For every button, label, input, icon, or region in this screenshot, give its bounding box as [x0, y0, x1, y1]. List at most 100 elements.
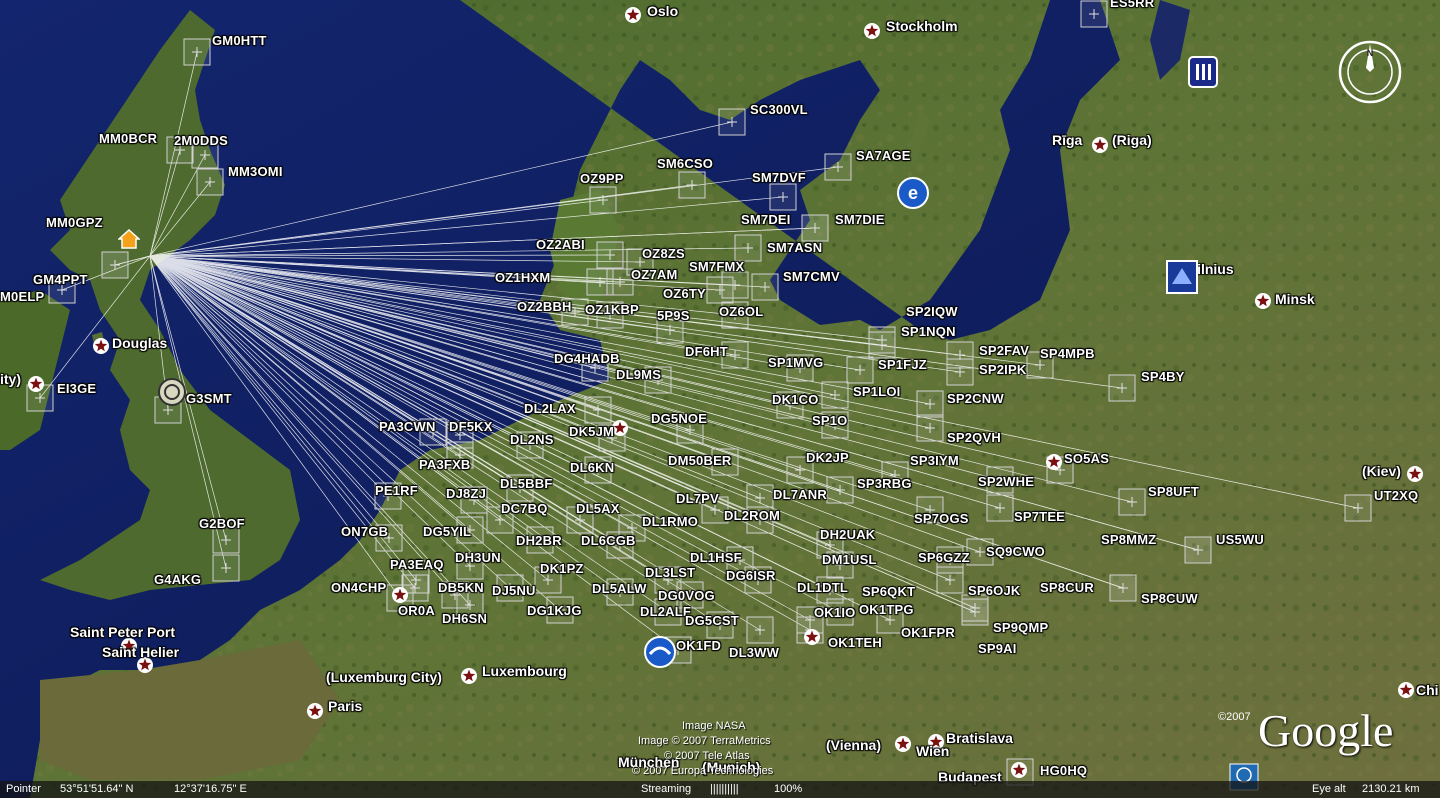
station-label-sp7tee[interactable]: SP7TEE: [1014, 510, 1065, 524]
city-star-icon[interactable]: [461, 668, 477, 684]
station-label-sp1o[interactable]: SP1O: [812, 414, 847, 428]
station-label-dl1dtl[interactable]: DL1DTL: [797, 581, 848, 595]
station-label-2m0dds[interactable]: 2M0DDS: [174, 134, 228, 148]
station-square-sp2ipk[interactable]: [946, 358, 974, 386]
station-label-on7gb[interactable]: ON7GB: [341, 525, 388, 539]
station-label-us5wu[interactable]: US5WU: [1216, 533, 1264, 547]
station-label-sp2qvh[interactable]: SP2QVH: [947, 431, 1001, 445]
station-label-dl5ax[interactable]: DL5AX: [576, 502, 620, 516]
station-label-dg0vog[interactable]: DG0VOG: [658, 589, 715, 603]
station-label-pe1rf[interactable]: PE1RF: [375, 484, 418, 498]
city-star-icon[interactable]: [1398, 682, 1414, 698]
station-label-dl1rmo[interactable]: DL1RMO: [642, 515, 698, 529]
station-label-sp2whe[interactable]: SP2WHE: [978, 475, 1034, 489]
station-label-oz1kbp[interactable]: OZ1KBP: [585, 303, 639, 317]
map-view[interactable]: Oslo Stockholm Rīga (Riga) Vilnius Minsk…: [0, 0, 1440, 798]
station-label-dl7pv[interactable]: DL7PV: [676, 492, 719, 506]
station-square-sp1nqn[interactable]: [868, 331, 896, 359]
station-label-dk1pz[interactable]: DK1PZ: [540, 562, 584, 576]
station-label-sp6gzz[interactable]: SP6GZZ: [918, 551, 970, 565]
city-label-riga[interactable]: (Riga): [1112, 133, 1152, 148]
station-label-dg6isr[interactable]: DG6ISR: [726, 569, 776, 583]
station-label-sp2ipk[interactable]: SP2IPK: [979, 363, 1026, 377]
station-label-gm0htt[interactable]: GM0HTT: [212, 34, 267, 48]
city-star-icon[interactable]: [625, 7, 641, 23]
station-label-sc300vl[interactable]: SC300VL: [750, 103, 808, 117]
city-label-paris[interactable]: Paris: [328, 699, 362, 714]
station-label-dj8zj[interactable]: DJ8ZJ: [446, 487, 486, 501]
station-label-db5kn[interactable]: DB5KN: [438, 581, 484, 595]
station-label-dh3un[interactable]: DH3UN: [455, 551, 501, 565]
city-star-icon[interactable]: [28, 376, 44, 392]
city-label-riga-local[interactable]: Rīga: [1052, 133, 1082, 148]
g3smt-marker-icon[interactable]: [157, 377, 187, 407]
station-label-oz2bbh[interactable]: OZ2BBH: [517, 300, 572, 314]
station-square-es5rr[interactable]: [1080, 0, 1108, 28]
station-label-m0elp[interactable]: M0ELP: [0, 290, 44, 304]
station-square-sp1fjz[interactable]: [846, 356, 874, 384]
station-label-dk2jp[interactable]: DK2JP: [806, 451, 849, 465]
station-label-sp2cnw[interactable]: SP2CNW: [947, 392, 1004, 406]
station-square-oz6ty[interactable]: [706, 276, 734, 304]
station-label-dh2br[interactable]: DH2BR: [516, 534, 562, 548]
city-label-luxembourg[interactable]: Luxembourg: [482, 664, 567, 679]
station-label-g2bof[interactable]: G2BOF: [199, 517, 245, 531]
station-label-sp8mmz[interactable]: SP8MMZ: [1101, 533, 1156, 547]
station-label-dl3ww[interactable]: DL3WW: [729, 646, 779, 660]
station-label-sm6cso[interactable]: SM6CSO: [657, 157, 713, 171]
station-square-oz9pp[interactable]: [589, 186, 617, 214]
station-label-sp8cur[interactable]: SP8CUR: [1040, 581, 1094, 595]
city-label-ity[interactable]: ity): [0, 372, 21, 387]
station-label-dl3lst[interactable]: DL3LST: [645, 566, 695, 580]
station-label-dl2rom[interactable]: DL2ROM: [724, 509, 780, 523]
station-label-dl6kn[interactable]: DL6KN: [570, 461, 614, 475]
station-label-ut2xq[interactable]: UT2XQ: [1374, 489, 1418, 503]
city-star-icon[interactable]: [307, 703, 323, 719]
station-square-mm3omi[interactable]: [196, 168, 224, 196]
city-star-icon[interactable]: [1407, 466, 1423, 482]
station-label-sp9qmp[interactable]: SP9QMP: [993, 621, 1048, 635]
station-label-sp8uft[interactable]: SP8UFT: [1148, 485, 1199, 499]
city-label-saint-helier[interactable]: Saint Helier: [102, 645, 179, 660]
station-label-sp4by[interactable]: SP4BY: [1141, 370, 1185, 384]
station-label-ok1io[interactable]: OK1IO: [814, 606, 855, 620]
station-label-oz6ty[interactable]: OZ6TY: [663, 287, 706, 301]
station-label-sa7age[interactable]: SA7AGE: [856, 149, 911, 163]
station-label-ok1fd[interactable]: OK1FD: [676, 639, 721, 653]
station-label-sp3iym[interactable]: SP3IYM: [910, 454, 959, 468]
station-label-sp9ai[interactable]: SP9AI: [978, 642, 1017, 656]
city-label-kiev[interactable]: (Kiev): [1362, 464, 1401, 479]
station-label-g4akg[interactable]: G4AKG: [154, 573, 201, 587]
station-label-dg5yil[interactable]: DG5YIL: [423, 525, 471, 539]
station-label-dl5bbf[interactable]: DL5BBF: [500, 477, 552, 491]
station-label-dc7bq[interactable]: DC7BQ: [501, 502, 548, 516]
station-square-sp2cnw[interactable]: [916, 390, 944, 418]
station-label-pa3eaq[interactable]: PA3EAQ: [390, 558, 444, 572]
station-square-sc300vl[interactable]: [718, 108, 746, 136]
city-label-oslo[interactable]: Oslo: [647, 4, 678, 19]
station-square-sp3rbg[interactable]: [826, 476, 854, 504]
station-label-mm3omi[interactable]: MM3OMI: [228, 165, 283, 179]
city-star-icon[interactable]: [612, 420, 628, 436]
station-square-gm4ppt[interactable]: [101, 251, 129, 279]
capital-icon[interactable]: [1166, 260, 1198, 294]
station-label-mm0bcr[interactable]: MM0BCR: [99, 132, 157, 146]
city-star-icon[interactable]: [895, 736, 911, 752]
city-star-icon[interactable]: [392, 587, 408, 603]
station-square-ut2xq[interactable]: [1344, 494, 1372, 522]
station-label-dl2ns[interactable]: DL2NS: [510, 433, 554, 447]
station-label-sp6qkt[interactable]: SP6QKT: [862, 585, 915, 599]
station-label-or0a[interactable]: OR0A: [398, 604, 435, 618]
station-square-sa7age[interactable]: [824, 153, 852, 181]
station-label-ok1teh[interactable]: OK1TEH: [828, 636, 882, 650]
station-label-dl2alf[interactable]: DL2ALF: [640, 605, 691, 619]
station-square-sm7asn[interactable]: [734, 234, 762, 262]
station-label-dl1hsf[interactable]: DL1HSF: [690, 551, 742, 565]
station-label-ei3ge[interactable]: EI3GE: [57, 382, 96, 396]
city-label-bratislava[interactable]: Bratislava: [946, 731, 1013, 746]
station-label-dm50ber[interactable]: DM50BER: [668, 454, 732, 468]
city-label-stockholm[interactable]: Stockholm: [886, 19, 958, 34]
station-label-sp3rbg[interactable]: SP3RBG: [857, 477, 912, 491]
station-square-us5wu[interactable]: [1184, 536, 1212, 564]
station-label-sm7fmx[interactable]: SM7FMX: [689, 260, 744, 274]
